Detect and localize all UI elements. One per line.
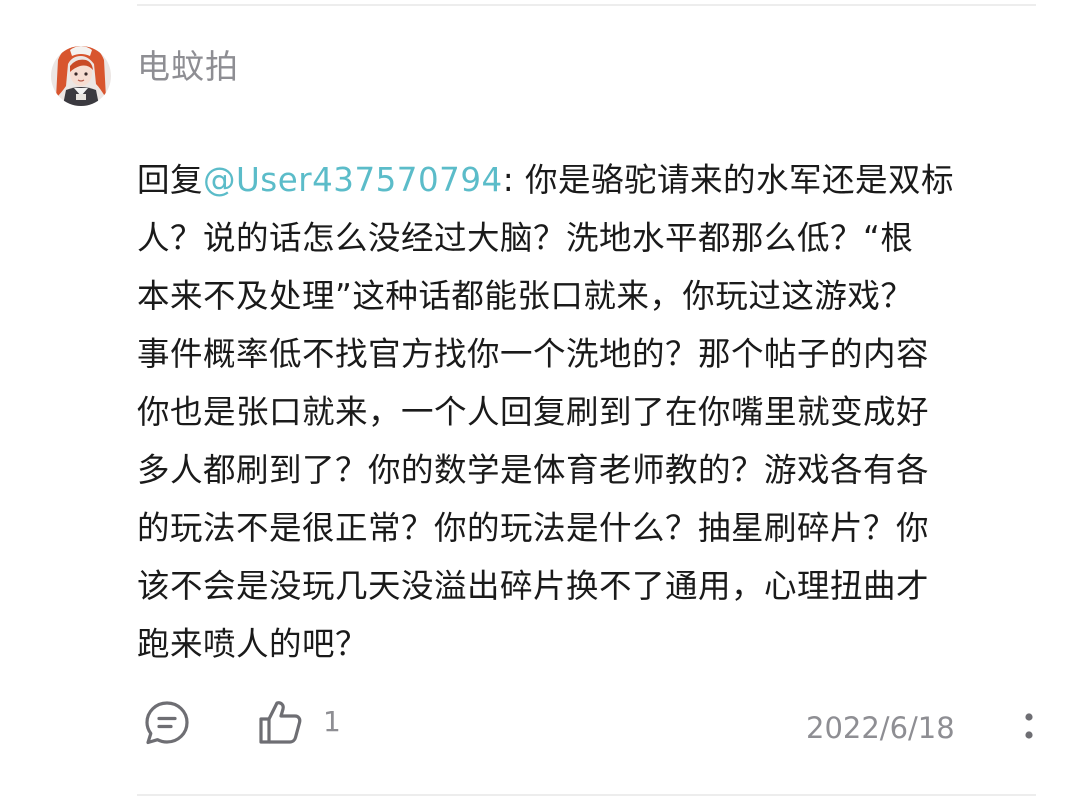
more-options-button[interactable] [1018, 708, 1040, 748]
reply-prefix: 回复 [137, 161, 204, 199]
comment-line: 人？说的话怎么没经过大脑？洗地水平都那么低？“根 [137, 219, 914, 257]
comment-line: 该不会是没玩几天没溢出碎片换不了通用，心理扭曲才 [137, 567, 930, 605]
comment-line: 跑来喷人的吧？ [137, 625, 369, 663]
vertical-dots-icon [1025, 713, 1033, 739]
comment-bubble-icon [145, 701, 189, 745]
comment-line: 本来不及处理”这种话都能张口就来，你玩过这游戏？ [137, 277, 914, 315]
comment-line: 多人都刷到了？你的数学是体育老师教的？游戏各有各 [137, 451, 930, 489]
comment-line: 回复@User437570794: 你是骆驼请来的水军还是双标 [137, 151, 1037, 209]
like-count: 1 [323, 705, 341, 738]
avatar-image [51, 46, 111, 106]
username[interactable]: 电蚊拍 [137, 45, 239, 89]
top-divider [137, 4, 1036, 6]
comment-date: 2022/6/18 [806, 711, 955, 745]
comment-line-text: : 你是骆驼请来的水军还是双标 [502, 161, 954, 199]
thumbs-up-icon [259, 701, 302, 744]
comment-page: 电蚊拍 回复@User437570794: 你是骆驼请来的水军还是双标 人？说的… [0, 0, 1080, 810]
comment-line: 你也是张口就来，一个人回复刷到了在你嘴里就变成好 [137, 393, 930, 431]
comment-line: 事件概率低不找官方找你一个洗地的？那个帖子的内容 [137, 335, 930, 373]
user-mention-link[interactable]: @User437570794 [203, 161, 503, 199]
like-button[interactable] [255, 697, 305, 747]
bottom-divider [137, 794, 1036, 796]
user-avatar[interactable] [50, 40, 112, 110]
comment-line: 的玩法不是很正常？你的玩法是什么？抽星刷碎片？你 [137, 509, 930, 547]
reply-button[interactable] [143, 699, 191, 747]
comment-body: 回复@User437570794: 你是骆驼请来的水军还是双标 人？说的话怎么没… [137, 151, 1037, 673]
